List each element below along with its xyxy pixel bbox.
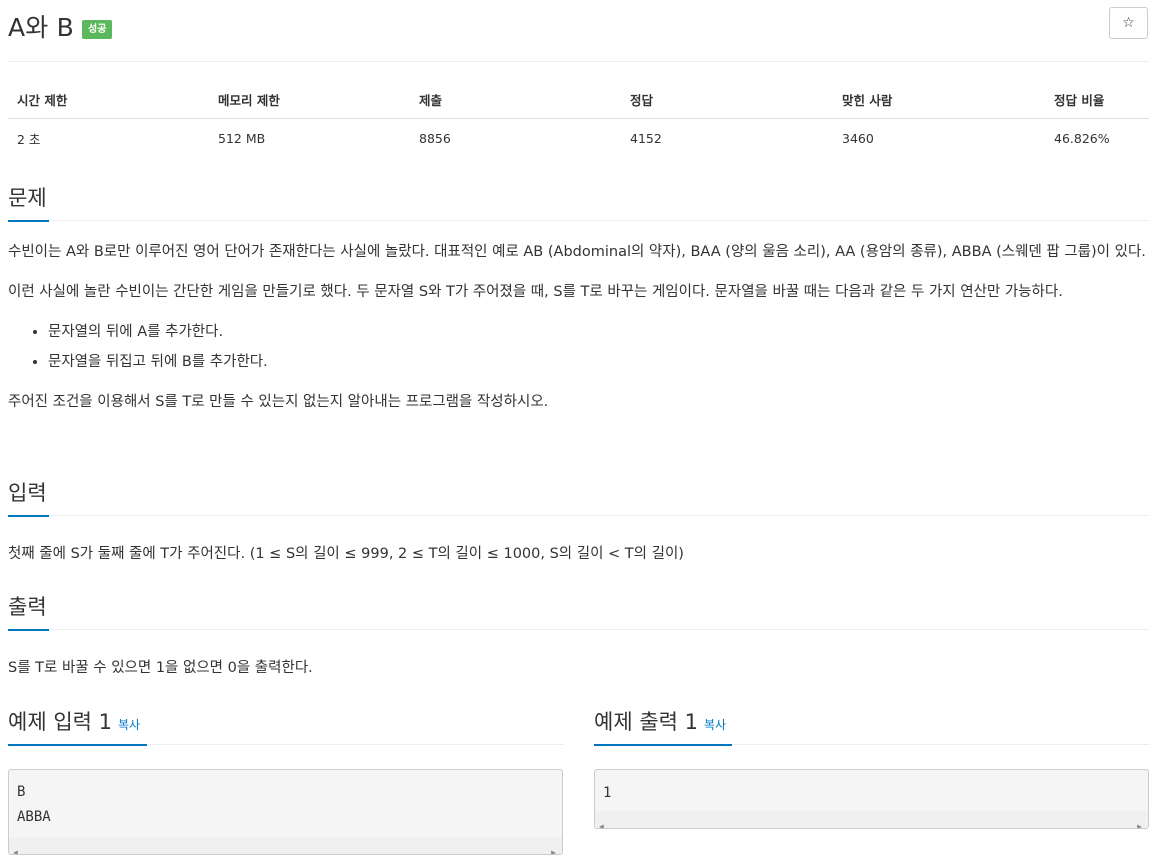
section-title-problem: 문제	[8, 186, 47, 210]
sample-input-code: B ABBA ◀ ▶	[8, 769, 563, 855]
sample-input-block: 예제 입력 1 복사 B ABBA ◀ ▶	[8, 706, 563, 855]
section-title-input: 입력	[8, 481, 47, 505]
output-description: S를 T로 바꿀 수 있으면 1을 없으면 0을 출력한다.	[8, 660, 313, 676]
value-accept-ratio: 46.826%	[1054, 131, 1110, 146]
star-icon: ☆	[1122, 15, 1135, 31]
sample-output-title: 예제 출력 1	[594, 710, 698, 734]
sample-input-title: 예제 입력 1	[8, 710, 112, 734]
input-section: 입력 첫째 줄에 S가 둘째 줄에 T가 주어진다. (1 ≤ S의 길이 ≤ …	[8, 477, 1149, 569]
header-memory-limit: 메모리 제한	[209, 82, 410, 119]
sample-input-line: B	[17, 784, 26, 800]
header-time-limit: 시간 제한	[8, 82, 209, 119]
sample-output-header: 예제 출력 1 복사	[594, 706, 1149, 746]
section-divider	[8, 220, 1149, 221]
header-accepted: 정답	[621, 82, 833, 119]
value-submissions[interactable]: 8856	[410, 119, 621, 159]
header-submissions: 제출	[410, 82, 621, 119]
sample-output-line: 1	[603, 785, 612, 801]
status-badge: 성공	[82, 19, 113, 39]
favorite-button[interactable]: ☆	[1109, 7, 1148, 39]
input-description: 첫째 줄에 S가 둘째 줄에 T가 주어진다. (1 ≤ S의 길이 ≤ 999…	[8, 546, 684, 562]
value-solved-users[interactable]: 3460	[833, 119, 1045, 159]
problem-paragraph-2: 이런 사실에 놀란 수빈이는 간단한 게임을 만들기로 했다. 두 문자열 S와…	[8, 284, 1063, 300]
sample-input-header: 예제 입력 1 복사	[8, 706, 563, 746]
scroll-right-icon[interactable]: ▶	[1137, 814, 1142, 828]
sample-input-line: ABBA	[17, 809, 51, 825]
table-header-row: 시간 제한 메모리 제한 제출 정답 맞힌 사람 정답 비율	[8, 82, 1149, 119]
section-divider	[8, 629, 1149, 630]
divider	[8, 61, 1149, 62]
list-item: 문자열의 뒤에 A를 추가한다.	[48, 317, 1149, 347]
horizontal-scrollbar[interactable]: ◀ ▶	[595, 811, 1148, 828]
problem-paragraph-1: 수빈이는 A와 B로만 이루어진 영어 단어가 존재한다는 사실에 놀랐다. 대…	[8, 244, 1146, 260]
page-title: A와 B	[8, 13, 74, 42]
section-divider	[8, 515, 1149, 516]
value-accepted[interactable]: 4152	[621, 119, 833, 159]
output-section: 출력 S를 T로 바꿀 수 있으면 1을 없으면 0을 출력한다.	[8, 591, 1149, 683]
section-underline	[8, 220, 49, 222]
section-underline	[8, 629, 49, 631]
scroll-left-icon[interactable]: ◀	[599, 814, 604, 828]
section-underline	[8, 744, 147, 746]
section-header: 문제	[8, 182, 1149, 222]
title-row: A와 B 성공	[8, 8, 113, 44]
header-accept-ratio: 정답 비율	[1045, 82, 1149, 119]
section-underline	[8, 515, 49, 517]
section-underline	[594, 744, 732, 746]
operation-list: 문자열의 뒤에 A를 추가한다. 문자열을 뒤집고 뒤에 B를 추가한다.	[8, 317, 1149, 377]
sample-output-code: 1 ◀ ▶	[594, 769, 1149, 829]
scroll-left-icon[interactable]: ◀	[13, 840, 18, 854]
value-memory-limit: 512 MB	[218, 131, 266, 146]
value-time-limit: 2 초	[17, 132, 41, 147]
problem-info-table: 시간 제한 메모리 제한 제출 정답 맞힌 사람 정답 비율 2 초 512 M…	[8, 82, 1149, 158]
section-header: 입력	[8, 477, 1149, 517]
horizontal-scrollbar[interactable]: ◀ ▶	[9, 837, 562, 854]
table-row: 2 초 512 MB 8856 4152 3460 46.826%	[8, 119, 1149, 159]
copy-sample-input-button[interactable]: 복사	[118, 718, 140, 732]
problem-page: A와 B 성공 ☆ 시간 제한 메모리 제한 제출 정답 맞힌 사람 정답 비율…	[0, 0, 1171, 859]
problem-description-section: 문제 수빈이는 A와 B로만 이루어진 영어 단어가 존재한다는 사실에 놀랐다…	[8, 182, 1149, 417]
header-solved-users: 맞힌 사람	[833, 82, 1045, 119]
section-title-output: 출력	[8, 595, 47, 619]
list-item: 문자열을 뒤집고 뒤에 B를 추가한다.	[48, 347, 1149, 377]
sample-output-block: 예제 출력 1 복사 1 ◀ ▶	[594, 706, 1149, 829]
section-header: 출력	[8, 591, 1149, 631]
scroll-right-icon[interactable]: ▶	[551, 840, 556, 854]
copy-sample-output-button[interactable]: 복사	[704, 718, 726, 732]
problem-paragraph-3: 주어진 조건을 이용해서 S를 T로 만들 수 있는지 없는지 알아내는 프로그…	[8, 394, 549, 410]
